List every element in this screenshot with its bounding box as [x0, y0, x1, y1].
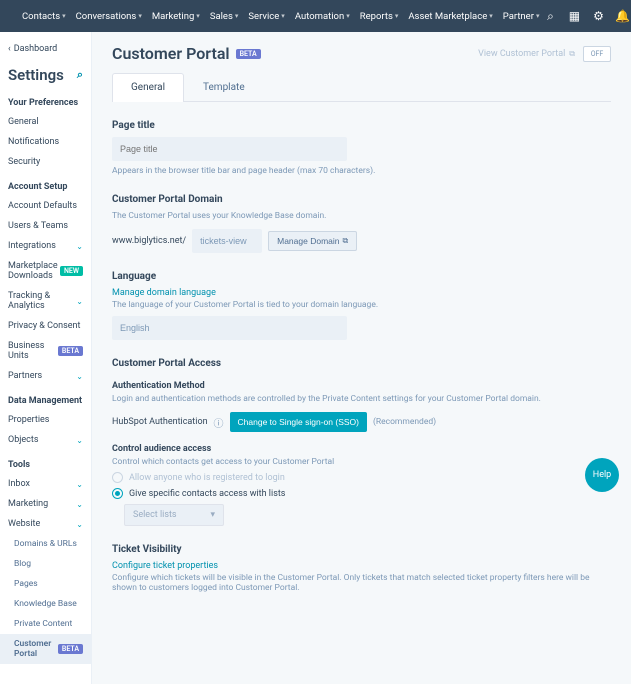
beta-badge: BETA: [236, 49, 261, 59]
access-heading: Customer Portal Access: [112, 358, 611, 369]
sidebar-item-properties[interactable]: Properties: [0, 410, 91, 430]
sidebar-item-privacy-consent[interactable]: Privacy & Consent: [0, 316, 91, 336]
new-badge: NEW: [60, 266, 83, 276]
nav-automation[interactable]: Automation▾: [291, 11, 354, 22]
search-icon[interactable]: ⌕: [543, 9, 557, 23]
radio-allow-anyone[interactable]: Allow anyone who is registered to login: [112, 472, 611, 483]
select-lists-dropdown[interactable]: Select lists▾: [124, 504, 224, 526]
page-title: Customer PortalBETA: [112, 44, 261, 63]
settings-heading: Settings: [8, 66, 64, 84]
domain-host: www.biglytics.net/: [112, 236, 186, 246]
change-to-sso-button[interactable]: Change to Single sign-on (SSO): [230, 412, 367, 432]
nav-asset-marketplace[interactable]: Asset Marketplace▾: [404, 11, 496, 22]
sidebar-item-business-units[interactable]: Business UnitsBETA: [0, 336, 91, 366]
control-audience-desc: Control which contacts get access to you…: [112, 457, 611, 467]
sidebar-item-pages[interactable]: Pages: [0, 574, 91, 594]
group-preferences: Your Preferences: [0, 88, 91, 112]
sidebar-item-blog[interactable]: Blog: [0, 554, 91, 574]
recommended-label: (Recommended): [373, 417, 436, 427]
chevron-down-icon: ⌄: [76, 242, 83, 251]
nav-contacts[interactable]: Contacts▾: [18, 11, 70, 22]
manage-domain-language-link[interactable]: Manage domain language: [112, 288, 611, 298]
language-desc: The language of your Customer Portal is …: [112, 300, 611, 310]
group-data-management: Data Management: [0, 386, 91, 410]
ticket-visibility-desc: Configure which tickets will be visible …: [112, 573, 611, 593]
help-button[interactable]: Help: [585, 458, 619, 492]
nav-conversations[interactable]: Conversations▾: [72, 11, 146, 22]
external-link-icon: ⧉: [343, 236, 349, 246]
sidebar-item-private-content[interactable]: Private Content: [0, 614, 91, 634]
chevron-left-icon: ‹: [8, 44, 11, 54]
sidebar: ‹Dashboard Settings ⌕ Your Preferences Ge…: [0, 32, 92, 684]
nav-partner[interactable]: Partner▾: [499, 11, 544, 22]
marketplace-icon[interactable]: ▦: [567, 9, 581, 23]
sidebar-item-marketing[interactable]: Marketing⌄: [0, 494, 91, 514]
sidebar-item-security[interactable]: Security: [0, 152, 91, 172]
external-link-icon: ⧉: [569, 49, 575, 59]
beta-badge: BETA: [58, 346, 83, 356]
radio-specific-lists[interactable]: Give specific contacts access with lists: [112, 488, 611, 499]
manage-domain-button[interactable]: Manage Domain⧉: [268, 231, 357, 251]
view-customer-portal-link[interactable]: View Customer Portal⧉: [478, 49, 575, 59]
page-title-input[interactable]: [112, 137, 347, 161]
auth-value: HubSpot Authentication: [112, 417, 208, 427]
language-input[interactable]: [112, 316, 347, 340]
nav-items: Contacts▾ Conversations▾ Marketing▾ Sale…: [18, 11, 543, 22]
sidebar-item-knowledge-base[interactable]: Knowledge Base: [0, 594, 91, 614]
beta-badge: BETA: [58, 644, 83, 654]
nav-service[interactable]: Service▾: [244, 11, 288, 22]
notifications-icon[interactable]: 🔔: [615, 9, 629, 23]
sidebar-item-objects[interactable]: Objects⌄: [0, 430, 91, 450]
configure-ticket-properties-link[interactable]: Configure ticket properties: [112, 561, 611, 571]
info-icon[interactable]: ⓘ: [214, 415, 224, 430]
sidebar-item-customer-portal[interactable]: Customer PortalBETA: [0, 634, 91, 664]
sidebar-item-inbox[interactable]: Inbox⌄: [0, 474, 91, 494]
back-to-dashboard[interactable]: ‹Dashboard: [0, 40, 91, 58]
tab-template[interactable]: Template: [184, 73, 264, 101]
page-title-help: Appears in the browser title bar and pag…: [112, 166, 611, 176]
tab-general[interactable]: General: [112, 73, 184, 101]
sidebar-item-tracking-analytics[interactable]: Tracking & Analytics⌄: [0, 286, 91, 316]
sidebar-item-integrations[interactable]: Integrations⌄: [0, 236, 91, 256]
sidebar-item-notifications[interactable]: Notifications: [0, 132, 91, 152]
sidebar-item-general[interactable]: General: [0, 112, 91, 132]
sidebar-item-users-teams[interactable]: Users & Teams: [0, 216, 91, 236]
domain-slug-input[interactable]: [192, 229, 262, 253]
chevron-down-icon: ▾: [210, 510, 215, 520]
ticket-visibility-heading: Ticket Visibility: [112, 544, 611, 555]
auth-method-heading: Authentication Method: [112, 381, 611, 391]
nav-marketing[interactable]: Marketing▾: [148, 11, 204, 22]
auth-method-desc: Login and authentication methods are con…: [112, 394, 611, 404]
domain-heading: Customer Portal Domain: [112, 194, 611, 205]
radio-icon: [112, 472, 123, 483]
page-title-heading: Page title: [112, 120, 611, 131]
language-heading: Language: [112, 271, 611, 282]
group-tools: Tools: [0, 450, 91, 474]
sidebar-item-account-defaults[interactable]: Account Defaults: [0, 196, 91, 216]
settings-icon[interactable]: ⚙: [591, 9, 605, 23]
main-content: Customer PortalBETA View Customer Portal…: [92, 32, 631, 684]
top-nav: Contacts▾ Conversations▾ Marketing▾ Sale…: [0, 0, 631, 32]
nav-sales[interactable]: Sales▾: [206, 11, 243, 22]
group-account-setup: Account Setup: [0, 172, 91, 196]
domain-desc: The Customer Portal uses your Knowledge …: [112, 211, 611, 221]
sidebar-item-partners[interactable]: Partners⌄: [0, 366, 91, 386]
nav-reports[interactable]: Reports▾: [356, 11, 403, 22]
radio-checked-icon: [112, 488, 123, 499]
chevron-down-icon: ▾: [62, 12, 66, 20]
tabs: General Template: [112, 73, 611, 102]
sidebar-item-domains-urls[interactable]: Domains & URLs: [0, 534, 91, 554]
sidebar-item-marketplace-downloads[interactable]: Marketplace DownloadsNEW: [0, 256, 91, 286]
portal-toggle[interactable]: OFF: [583, 46, 611, 62]
sidebar-item-website[interactable]: Website⌄: [0, 514, 91, 534]
search-settings-icon[interactable]: ⌕: [77, 68, 83, 82]
control-audience-heading: Control audience access: [112, 444, 611, 454]
